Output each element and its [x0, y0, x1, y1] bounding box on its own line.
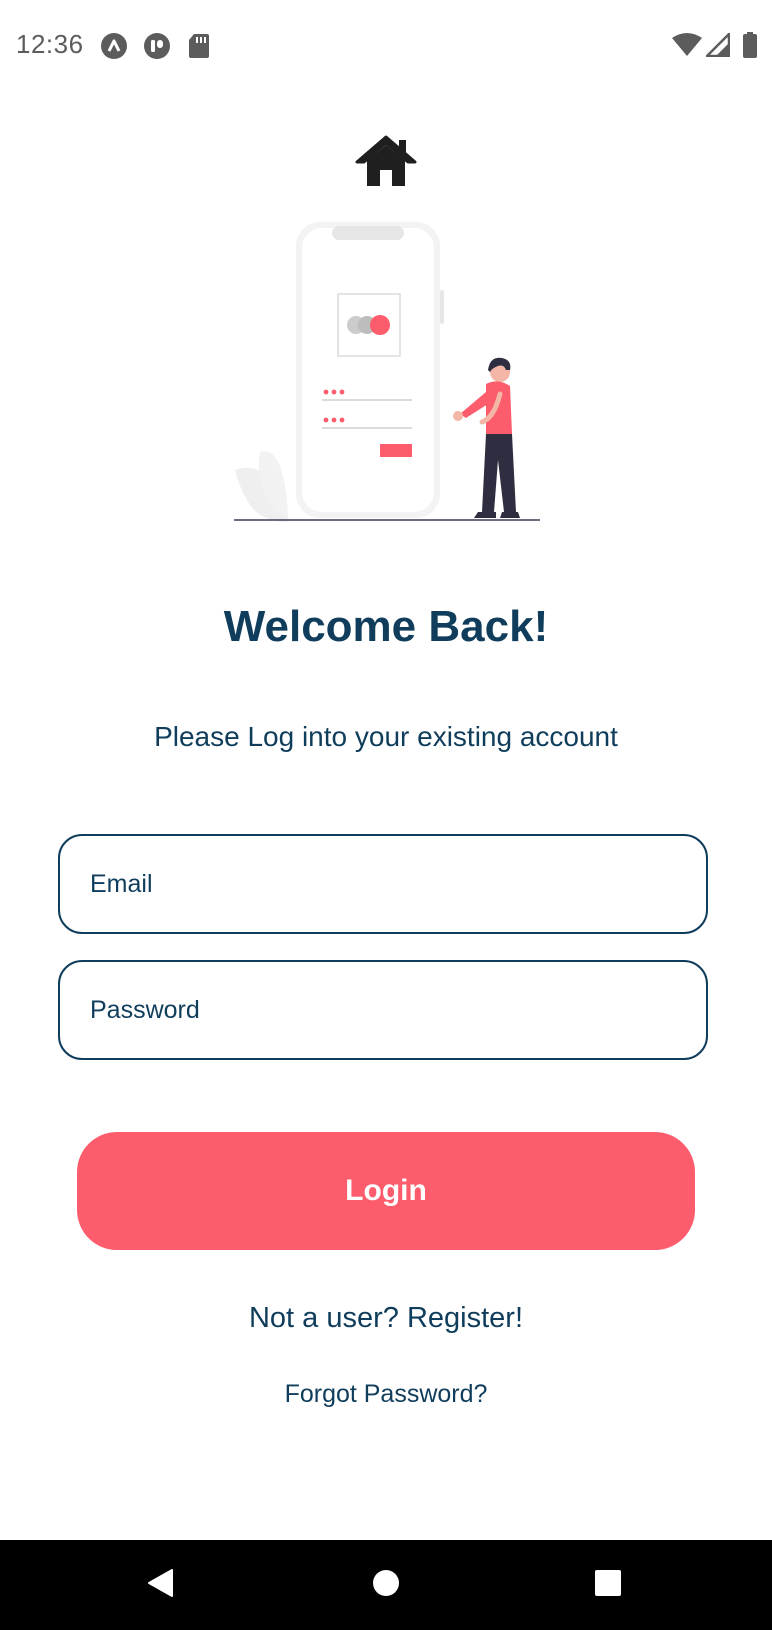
page-title: Welcome Back! — [223, 602, 549, 651]
email-input[interactable] — [60, 836, 706, 932]
sd-card-icon — [188, 32, 210, 65]
password-input[interactable] — [60, 962, 706, 1058]
phone-login-illustration — [230, 222, 550, 542]
battery-icon — [742, 32, 758, 63]
wifi-icon — [672, 33, 702, 62]
app-p-icon — [143, 32, 171, 65]
email-field[interactable] — [58, 834, 708, 934]
cell-signal-icon — [705, 32, 731, 62]
register-link[interactable]: Not a user? Register! — [0, 1302, 772, 1335]
status-time: 12:36 — [16, 29, 84, 59]
login-button[interactable]: Login — [77, 1132, 695, 1250]
home-circle-icon — [372, 1569, 400, 1602]
recents-button[interactable] — [548, 1540, 668, 1630]
home-icon — [355, 134, 417, 188]
back-button[interactable] — [100, 1540, 220, 1630]
page-subtitle: Please Log into your existing account — [154, 721, 618, 752]
back-icon — [145, 1567, 175, 1604]
login-screen: 12:36 Welcome Back! Please Log into your… — [0, 0, 772, 1630]
navigation-bar — [0, 1540, 772, 1630]
app-a-icon — [100, 32, 128, 65]
status-bar: 12:36 — [0, 0, 772, 92]
password-field[interactable] — [58, 960, 708, 1060]
recents-icon — [594, 1569, 622, 1602]
forgot-password-link[interactable]: Forgot Password? — [0, 1380, 772, 1409]
home-nav-button[interactable] — [326, 1540, 446, 1630]
